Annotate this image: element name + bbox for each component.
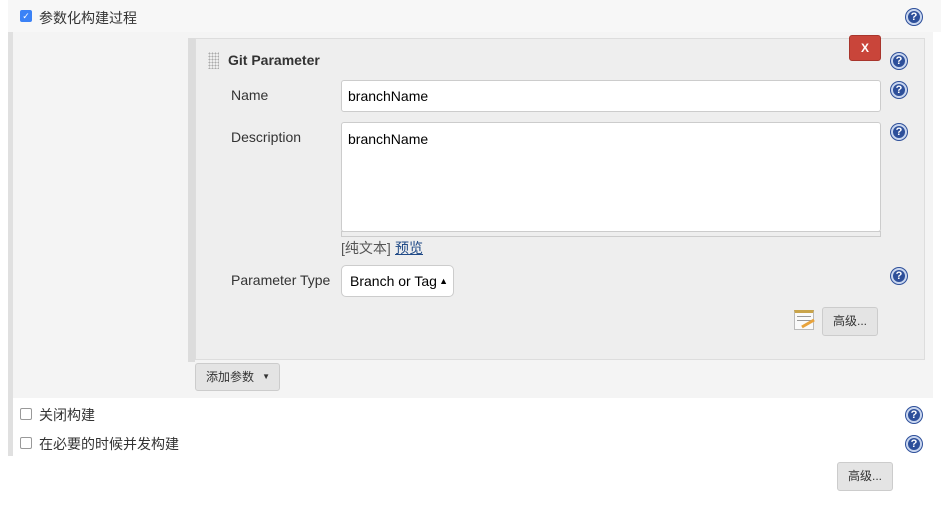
top-strip xyxy=(8,0,941,32)
notepad-icon[interactable] xyxy=(794,310,815,330)
parameter-left-bar xyxy=(188,38,195,362)
plain-text-label: [纯文本] xyxy=(341,240,391,256)
select-arrows-icon: ▲ xyxy=(439,276,448,286)
name-input[interactable]: branchName xyxy=(341,80,881,112)
drag-handle-icon[interactable] xyxy=(208,52,219,69)
add-parameter-button[interactable]: 添加参数 ▼ xyxy=(195,363,280,391)
section-left-border xyxy=(8,398,13,456)
help-icon[interactable]: ? xyxy=(906,407,922,423)
textarea-resize-handle[interactable] xyxy=(341,231,881,237)
help-icon[interactable]: ? xyxy=(906,436,922,452)
parameterized-label: 参数化构建过程 xyxy=(39,10,137,26)
help-icon[interactable]: ? xyxy=(891,53,907,69)
git-parameter-title: Git Parameter xyxy=(228,52,320,68)
add-parameter-label: 添加参数 xyxy=(206,370,255,384)
description-label: Description xyxy=(231,129,302,145)
name-label: Name xyxy=(231,87,269,103)
disable-build-label: 关闭构建 xyxy=(39,407,95,423)
caret-down-icon: ▼ xyxy=(262,372,270,381)
help-icon[interactable]: ? xyxy=(891,268,907,284)
parameter-type-value: Branch or Tag xyxy=(350,273,437,289)
concurrent-build-label: 在必要的时候并发构建 xyxy=(39,436,179,452)
git-parameter-advanced-button[interactable]: 高级... xyxy=(822,307,878,336)
help-icon[interactable]: ? xyxy=(891,124,907,140)
advanced-button[interactable]: 高级... xyxy=(837,462,893,491)
concurrent-build-checkbox[interactable] xyxy=(20,437,32,449)
description-textarea[interactable]: branchName xyxy=(341,122,881,232)
help-icon[interactable]: ? xyxy=(906,9,922,25)
disable-build-checkbox[interactable] xyxy=(20,408,32,420)
preview-link[interactable]: 预览 xyxy=(395,238,423,258)
parameter-type-select[interactable]: Branch or Tag ▲ xyxy=(341,265,454,297)
parameter-type-label: Parameter Type xyxy=(231,272,331,288)
help-icon[interactable]: ? xyxy=(891,82,907,98)
delete-button[interactable]: X xyxy=(849,35,881,61)
parameterized-checkbox[interactable]: ✓ xyxy=(20,10,32,22)
